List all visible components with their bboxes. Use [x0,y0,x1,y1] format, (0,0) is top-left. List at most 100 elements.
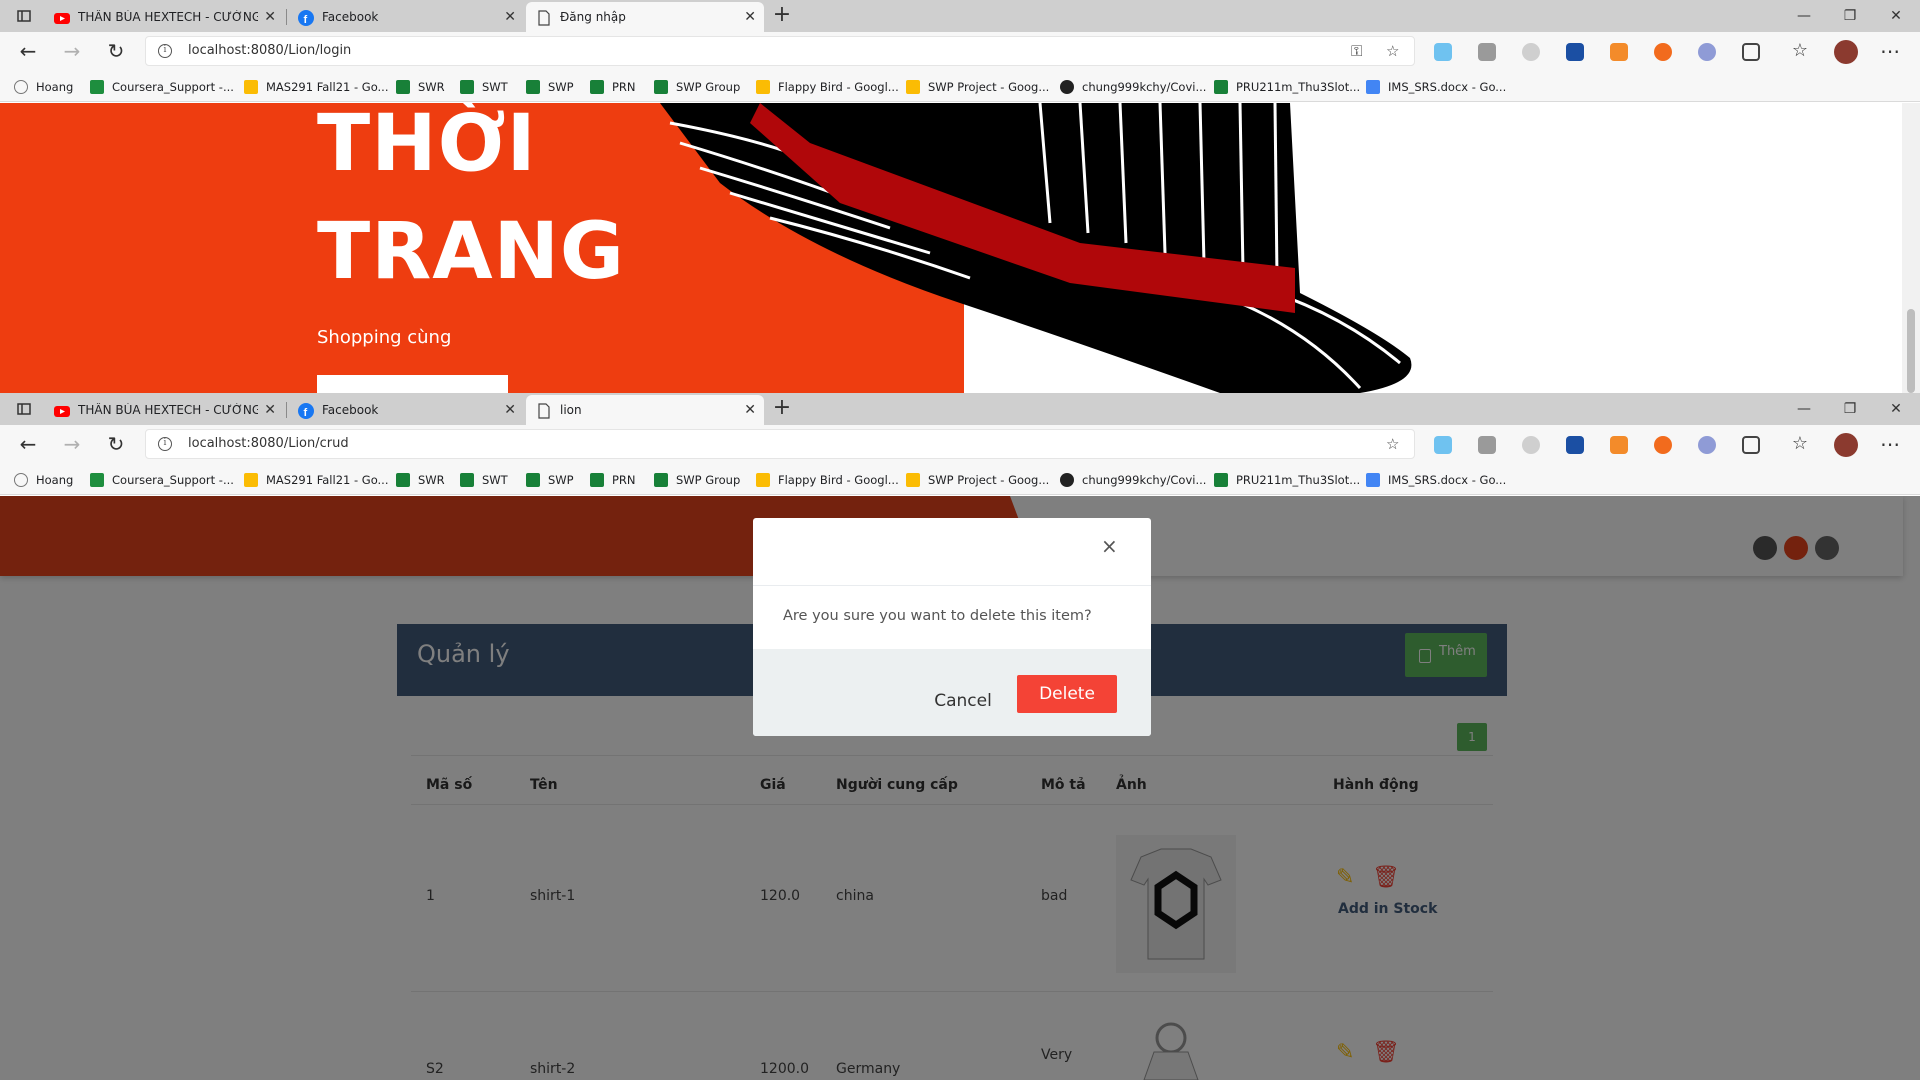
bookmark-item[interactable]: Coursera_Support -... [90,79,234,95]
reload-button[interactable]: ↻ [102,37,130,65]
extension-icon[interactable] [1434,43,1452,61]
bookmark-item[interactable]: SWR [396,79,445,95]
close-tab-icon[interactable]: ✕ [264,402,276,418]
extension-icon[interactable] [1698,43,1716,61]
bookmark-item[interactable]: SWR [396,472,445,488]
tab-facebook[interactable]: f Facebook ✕ [288,2,524,32]
meet-icon [460,473,474,487]
close-tab-icon[interactable]: ✕ [504,9,516,25]
bookmark-item[interactable]: chung999kchy/Covi... [1060,79,1206,95]
new-tab-button[interactable]: + [769,3,795,29]
extension-icon[interactable] [1522,436,1540,454]
docs-icon [1366,473,1380,487]
address-bar[interactable]: i localhost:8080/Lion/crud ☆ [145,429,1415,459]
hero-button[interactable] [317,375,508,393]
meet-icon [590,473,604,487]
tab-actions-icon[interactable] [14,393,34,425]
close-window-button[interactable]: ✕ [1873,0,1919,32]
cancel-button[interactable]: Cancel [928,691,998,719]
bookmark-item[interactable]: SWP Group [654,472,740,488]
extensions-icon[interactable] [1742,43,1760,61]
bookmark-item[interactable]: MAS291 Fall21 - Go... [244,472,389,488]
extension-icon[interactable] [1522,43,1540,61]
tab-facebook[interactable]: f Facebook ✕ [288,395,524,425]
extensions-icon[interactable] [1742,436,1760,454]
close-tab-icon[interactable]: ✕ [744,402,756,418]
bookmark-item[interactable]: chung999kchy/Covi... [1060,472,1206,488]
extension-icon[interactable] [1654,43,1672,61]
delete-confirm-modal: × Are you sure you want to delete this i… [753,518,1151,736]
bookmark-item[interactable]: MAS291 Fall21 - Go... [244,79,389,95]
close-window-button[interactable]: ✕ [1873,393,1919,425]
bookmark-item[interactable]: PRU211m_Thu3Slot... [1214,79,1360,95]
tab-youtube[interactable]: THẦN BÚA HEXTECH - CƯỜNG ... ✕ [44,2,284,32]
bookmark-item[interactable]: PRN [590,472,636,488]
bookmark-item[interactable]: SWP [526,472,574,488]
tab-title: THẦN BÚA HEXTECH - CƯỜNG ... [78,10,258,24]
bookmark-item[interactable]: SWP Group [654,79,740,95]
avatar[interactable] [1834,433,1858,457]
extension-icon[interactable] [1566,43,1584,61]
extension-icon[interactable] [1434,436,1452,454]
bookmark-label: SWP [548,80,574,94]
info-icon[interactable]: i [158,437,172,451]
page-scrollbar[interactable] [1902,103,1920,393]
minimize-button[interactable]: — [1781,0,1827,32]
bookmark-item[interactable]: SWT [460,79,508,95]
restore-button[interactable]: ❐ [1827,393,1873,425]
forward-button[interactable]: → [58,37,86,65]
scrollbar-thumb[interactable] [1907,309,1915,393]
back-button[interactable]: ← [14,430,42,458]
more-menu-icon[interactable]: ⋯ [1876,37,1904,65]
bookmark-item[interactable]: SWP Project - Goog... [906,472,1049,488]
extension-icon[interactable] [1698,436,1716,454]
sheets-icon [90,80,104,94]
add-favorite-icon[interactable]: ☆ [1386,42,1399,60]
bookmark-item[interactable]: IMS_SRS.docx - Go... [1366,79,1506,95]
bookmark-item[interactable]: PRN [590,79,636,95]
favorites-icon[interactable]: ☆ [1786,37,1814,65]
bookmark-item[interactable]: SWP [526,79,574,95]
bookmark-item[interactable]: Coursera_Support -... [90,472,234,488]
close-tab-icon[interactable]: ✕ [264,9,276,25]
tab-login[interactable]: Đăng nhập ✕ [526,2,764,32]
key-icon[interactable]: ⚿ [1351,42,1362,60]
minimize-button[interactable]: — [1781,393,1827,425]
tab-lion[interactable]: lion ✕ [526,395,764,425]
bookmark-item[interactable]: Hoang [14,79,73,95]
add-favorite-icon[interactable]: ☆ [1386,435,1399,453]
bookmark-item[interactable]: SWT [460,472,508,488]
extension-icon[interactable] [1566,436,1584,454]
bookmark-item[interactable]: Hoang [14,472,73,488]
restore-button[interactable]: ❐ [1827,0,1873,32]
favorites-icon[interactable]: ☆ [1786,430,1814,458]
delete-button[interactable]: Delete [1017,675,1117,713]
back-button[interactable]: ← [14,37,42,65]
close-tab-icon[interactable]: ✕ [504,402,516,418]
metamask-icon[interactable] [1610,43,1628,61]
address-bar[interactable]: i localhost:8080/Lion/login ⚿ ☆ [145,36,1415,66]
github-icon [1060,80,1074,94]
info-icon[interactable]: i [158,44,172,58]
extension-icon[interactable] [1654,436,1672,454]
bookmark-label: SWP [548,473,574,487]
bookmark-item[interactable]: Flappy Bird - Googl... [756,79,899,95]
close-icon[interactable]: × [1101,534,1118,558]
close-tab-icon[interactable]: ✕ [744,9,756,25]
extension-icon[interactable] [1478,436,1496,454]
metamask-icon[interactable] [1610,436,1628,454]
tab-actions-icon[interactable] [14,0,34,32]
tab-youtube[interactable]: THẦN BÚA HEXTECH - CƯỜNG ... ✕ [44,395,284,425]
bookmark-item[interactable]: PRU211m_Thu3Slot... [1214,472,1360,488]
avatar[interactable] [1834,40,1858,64]
bookmark-item[interactable]: SWP Project - Goog... [906,79,1049,95]
forward-button[interactable]: → [58,430,86,458]
bookmark-item[interactable]: Flappy Bird - Googl... [756,472,899,488]
new-tab-button[interactable]: + [769,396,795,422]
page-icon [536,403,552,419]
facebook-icon: f [298,403,314,419]
more-menu-icon[interactable]: ⋯ [1876,430,1904,458]
extension-icon[interactable] [1478,43,1496,61]
reload-button[interactable]: ↻ [102,430,130,458]
bookmark-item[interactable]: IMS_SRS.docx - Go... [1366,472,1506,488]
